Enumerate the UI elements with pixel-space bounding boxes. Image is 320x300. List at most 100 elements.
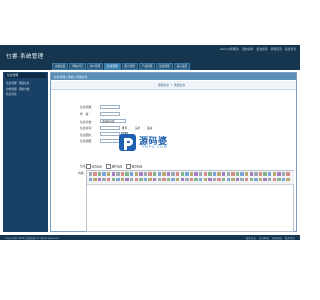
category-select[interactable]: 请选择分类 [100, 119, 126, 123]
editor-tool-icon[interactable] [240, 172, 244, 176]
editor-tool-icon[interactable] [106, 172, 111, 176]
editor-tool-icon[interactable] [171, 172, 175, 176]
editor-tool-icon[interactable] [175, 177, 180, 182]
editor-tool-icon[interactable] [217, 177, 221, 182]
editor-tool-icon[interactable] [221, 177, 226, 182]
editor-tool-icon[interactable] [249, 172, 254, 176]
editor-tool-icon[interactable] [286, 172, 290, 176]
editor-tool-icon[interactable] [106, 177, 111, 182]
nav-messages[interactable]: 留言管理 [121, 63, 138, 70]
editor-tool-icon[interactable] [134, 172, 139, 176]
sidebar-item-add-info[interactable]: 添加信息 [19, 81, 30, 85]
editor-tool-icon[interactable] [111, 177, 116, 182]
editor-tool-icon[interactable] [157, 172, 162, 176]
attr-homepage[interactable]: 首页显示 [86, 164, 102, 169]
editor-tool-icon[interactable] [111, 172, 116, 176]
top-link-password[interactable]: 更改密码 [256, 47, 267, 51]
attr-recommended[interactable]: 推荐新闻 [126, 164, 142, 169]
editor-tool-icon[interactable] [116, 172, 120, 176]
editor-tool-icon[interactable] [217, 172, 221, 176]
top-link-logout[interactable]: 退出登录 [285, 47, 296, 51]
sidebar-item-add-category[interactable]: 添加分类 [19, 87, 30, 91]
editor-tool-icon[interactable] [258, 172, 263, 176]
editor-tool-icon[interactable] [189, 172, 194, 176]
attr-image-news[interactable]: 图片新闻 [106, 164, 122, 169]
editor-tool-icon[interactable] [244, 177, 249, 182]
editor-tool-icon[interactable] [102, 172, 106, 176]
checkbox[interactable] [126, 164, 131, 169]
editor-tool-icon[interactable] [194, 177, 198, 182]
editor-tool-icon[interactable] [254, 172, 258, 176]
editor-tool-icon[interactable] [249, 177, 254, 182]
editor-tool-icon[interactable] [277, 177, 281, 182]
editor-tool-icon[interactable] [148, 172, 152, 176]
editor-tool-icon[interactable] [267, 172, 272, 176]
editor-tool-icon[interactable] [231, 172, 235, 176]
editor-tool-icon[interactable] [152, 172, 157, 176]
editor-tool-icon[interactable] [125, 177, 129, 182]
title-input[interactable] [100, 104, 120, 109]
editor-tool-icon[interactable] [198, 172, 203, 176]
editor-tool-icon[interactable] [203, 177, 208, 182]
option-headline[interactable]: 头条 [135, 126, 140, 130]
editor-tool-icon[interactable] [139, 172, 143, 176]
editor-tool-icon[interactable] [231, 177, 235, 182]
editor-tool-icon[interactable] [226, 177, 231, 182]
editor-tool-icon[interactable] [185, 172, 189, 176]
editor-tool-icon[interactable] [212, 177, 217, 182]
editor-tool-icon[interactable] [162, 177, 166, 182]
editor-tool-icon[interactable] [212, 172, 217, 176]
tab-edit-info[interactable]: 修改信息 [174, 83, 185, 87]
editor-tool-icon[interactable] [189, 177, 194, 182]
checkbox[interactable] [106, 164, 111, 169]
nav-info[interactable]: 信息管理 [104, 63, 121, 70]
nav-products[interactable]: 产品管理 [138, 63, 156, 70]
editor-tool-icon[interactable] [180, 177, 185, 182]
editor-tool-icon[interactable] [93, 172, 97, 176]
editor-tool-icon[interactable] [134, 177, 139, 182]
top-link-profile[interactable]: 我的资料 [242, 47, 253, 51]
summary-input[interactable] [100, 138, 120, 143]
sidebar-item-category-manage[interactable]: 分类管理 [6, 87, 17, 91]
editor-tool-icon[interactable] [116, 177, 120, 182]
editor-tool-icon[interactable] [281, 172, 286, 176]
editor-tool-icon[interactable] [166, 177, 171, 182]
editor-tool-icon[interactable] [254, 177, 258, 182]
editor-tool-icon[interactable] [102, 177, 106, 182]
editor-tool-icon[interactable] [166, 172, 171, 176]
editor-tool-icon[interactable] [235, 172, 240, 176]
editor-tool-icon[interactable] [143, 177, 148, 182]
editor-tool-icon[interactable] [175, 172, 180, 176]
tab-add-info[interactable]: 添加信息 [158, 83, 169, 87]
image-input[interactable] [100, 132, 120, 136]
option-scroll[interactable]: 滚动 [147, 126, 152, 130]
editor-tool-icon[interactable] [281, 177, 286, 182]
editor-tool-icon[interactable] [171, 177, 175, 182]
nav-system[interactable]: 系统设置 [52, 63, 69, 70]
editor-tool-icon[interactable] [97, 172, 102, 176]
option-recommend[interactable]: 推荐 [122, 126, 127, 130]
editor-tool-icon[interactable] [88, 177, 93, 182]
top-link-user[interactable]: admin[管理员] [220, 47, 239, 51]
author-input[interactable] [100, 111, 120, 116]
editor-tool-icon[interactable] [208, 172, 212, 176]
editor-tool-icon[interactable] [120, 177, 125, 182]
editor-tool-icon[interactable] [120, 172, 125, 176]
editor-tool-icon[interactable] [143, 172, 148, 176]
editor-tool-icon[interactable] [263, 177, 267, 182]
sidebar-item-info-manage[interactable]: 信息管理 [6, 81, 17, 85]
editor-tool-icon[interactable] [263, 172, 267, 176]
editor-tool-icon[interactable] [277, 172, 281, 176]
editor-tool-icon[interactable] [258, 177, 263, 182]
editor-tool-icon[interactable] [244, 172, 249, 176]
footer-link-help[interactable]: 使用帮助 [272, 236, 282, 240]
editor-tool-icon[interactable] [129, 172, 134, 176]
editor-tool-icon[interactable] [148, 177, 152, 182]
nav-users[interactable]: 用户管理 [86, 63, 104, 70]
editor-tool-icon[interactable] [194, 172, 198, 176]
nav-other[interactable]: 其它设置 [173, 63, 190, 70]
editor-tool-icon[interactable] [272, 172, 277, 176]
editor-tool-icon[interactable] [235, 177, 240, 182]
editor-tool-icon[interactable] [240, 177, 244, 182]
editor-tool-icon[interactable] [97, 177, 102, 182]
